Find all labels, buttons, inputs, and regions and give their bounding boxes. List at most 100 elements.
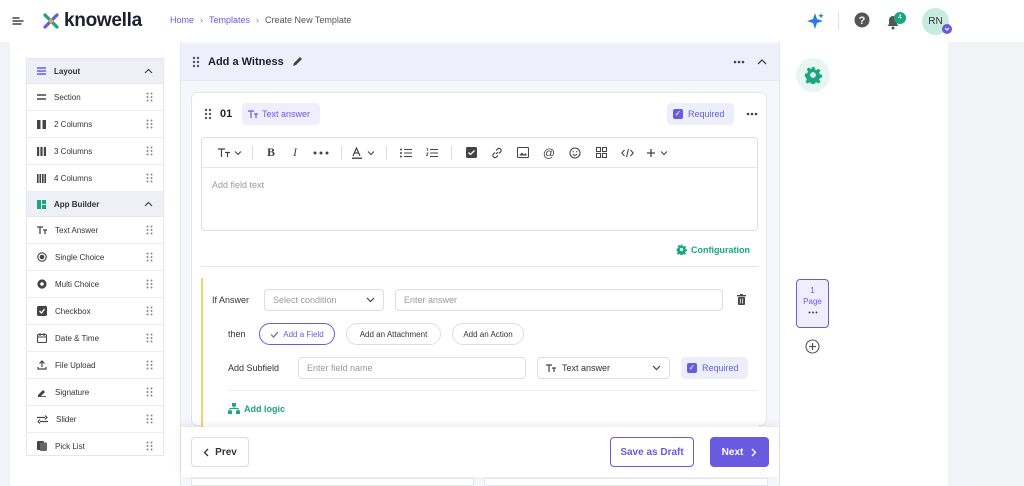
- sidebar-item-multi-choice[interactable]: Multi Choice: [27, 271, 163, 298]
- save-draft-button[interactable]: Save as Draft: [610, 437, 694, 467]
- more-horizontal-icon[interactable]: [808, 311, 818, 314]
- condition-select[interactable]: Select condition: [264, 289, 384, 311]
- link-icon[interactable]: [484, 138, 510, 168]
- sparkle-icon[interactable]: [805, 11, 825, 31]
- more-horizontal-icon[interactable]: [733, 60, 745, 64]
- next-button[interactable]: Next: [710, 437, 769, 467]
- upload-icon: [37, 360, 47, 370]
- drag-handle-icon[interactable]: [146, 173, 153, 183]
- drag-handle-icon[interactable]: [146, 279, 153, 289]
- breadcrumb-current: Create New Template: [265, 15, 352, 25]
- chevron-up-icon[interactable]: [144, 201, 153, 207]
- condition-placeholder: Select condition: [273, 295, 337, 305]
- divider: [341, 145, 342, 160]
- drag-handle-icon[interactable]: [146, 119, 153, 129]
- sidebar-item-pick-list[interactable]: Pick List: [27, 433, 163, 455]
- subfield-required-toggle[interactable]: ✓ Required: [681, 357, 748, 379]
- four-columns-icon: [37, 173, 46, 183]
- checkbox-icon[interactable]: [458, 138, 484, 168]
- help-icon[interactable]: ?: [853, 11, 873, 31]
- italic-icon[interactable]: I: [283, 138, 307, 168]
- checkbox-checked-icon: ✓: [673, 109, 683, 119]
- more-horizontal-icon[interactable]: [746, 112, 758, 116]
- chevron-up-icon[interactable]: [757, 58, 767, 65]
- section-title: Layout: [54, 66, 81, 76]
- numbered-list-icon[interactable]: [419, 138, 445, 168]
- drag-handle-icon[interactable]: [146, 441, 153, 451]
- sidebar-item-section[interactable]: Section: [27, 84, 163, 111]
- required-label: Required: [702, 363, 739, 373]
- breadcrumb: Home › Templates › Create New Template: [170, 15, 351, 25]
- sidebar-item-4-columns[interactable]: 4 Columns: [27, 165, 163, 192]
- subfield-name-input[interactable]: Enter field name: [298, 357, 526, 379]
- answer-input[interactable]: Enter answer: [395, 289, 723, 311]
- logo[interactable]: knowella: [42, 10, 142, 32]
- font-color-icon[interactable]: [348, 138, 380, 168]
- trash-icon[interactable]: [737, 294, 746, 305]
- item-label: 3 Columns: [54, 146, 93, 156]
- configuration-link[interactable]: Configuration: [676, 244, 750, 255]
- item-label: Pick List: [55, 441, 85, 451]
- prev-button[interactable]: Prev: [191, 437, 249, 467]
- field-number: 01: [220, 108, 233, 120]
- pencil-icon[interactable]: [292, 56, 303, 67]
- drag-handle-icon[interactable]: [146, 146, 153, 156]
- drag-handle-icon[interactable]: [204, 108, 212, 120]
- sidebar-item-date-time[interactable]: Date & Time: [27, 325, 163, 352]
- add-action-pill[interactable]: Add an Action: [452, 323, 524, 345]
- sidebar-item-2-columns[interactable]: 2 Columns: [27, 111, 163, 138]
- breadcrumb-home[interactable]: Home: [170, 15, 194, 25]
- chevron-down-icon[interactable]: [942, 24, 952, 34]
- chevron-up-icon[interactable]: [144, 68, 153, 74]
- drag-handle-icon[interactable]: [146, 225, 153, 235]
- divider: [838, 12, 839, 30]
- add-logic-button[interactable]: Add logic: [228, 403, 285, 414]
- add-page-plus-icon[interactable]: [805, 339, 820, 354]
- drag-handle-icon[interactable]: [146, 387, 153, 397]
- drag-handle-icon[interactable]: [146, 360, 153, 370]
- more-formatting-icon[interactable]: [307, 138, 335, 168]
- radio-icon: [37, 252, 47, 262]
- subfield-type-select[interactable]: Text answer: [537, 357, 670, 379]
- image-icon[interactable]: [510, 138, 536, 168]
- drag-handle-icon[interactable]: [146, 306, 153, 316]
- add-attachment-pill[interactable]: Add an Attachment: [346, 323, 441, 345]
- add-logic-label: Add logic: [244, 403, 285, 414]
- configuration-label: Configuration: [691, 244, 750, 255]
- settings-button[interactable]: [796, 58, 830, 92]
- logic-tree-icon: [228, 403, 240, 414]
- sidebar-item-file-upload[interactable]: File Upload: [27, 352, 163, 379]
- sidebar-item-3-columns[interactable]: 3 Columns: [27, 138, 163, 165]
- divider: [386, 145, 387, 160]
- drag-handle-icon[interactable]: [146, 333, 153, 343]
- right-panel: [780, 42, 948, 486]
- sidebar-item-signature[interactable]: Signature: [27, 379, 163, 406]
- bold-icon[interactable]: B: [259, 138, 283, 168]
- section-header-app-builder[interactable]: App Builder: [27, 192, 163, 217]
- table-icon[interactable]: [588, 138, 614, 168]
- sidebar-item-checkbox[interactable]: Checkbox: [27, 298, 163, 325]
- field-type-chip[interactable]: Text answer: [242, 103, 320, 125]
- emoji-icon[interactable]: [562, 138, 588, 168]
- drag-handle-icon[interactable]: [146, 414, 153, 424]
- menu-collapse-icon[interactable]: [12, 16, 24, 26]
- mention-icon[interactable]: @: [536, 138, 562, 168]
- breadcrumb-templates[interactable]: Templates: [209, 15, 250, 25]
- code-icon[interactable]: [614, 138, 640, 168]
- section-title: App Builder: [54, 199, 100, 209]
- drag-handle-icon[interactable]: [146, 92, 153, 102]
- required-toggle[interactable]: ✓ Required: [667, 103, 734, 125]
- drag-handle-icon[interactable]: [192, 56, 200, 68]
- sidebar-item-text-answer[interactable]: Text Answer: [27, 217, 163, 244]
- text-style-icon[interactable]: [214, 138, 246, 168]
- sidebar-item-single-choice[interactable]: Single Choice: [27, 244, 163, 271]
- gear-icon: [804, 66, 822, 84]
- add-field-pill[interactable]: Add a Field: [259, 323, 335, 345]
- bullet-list-icon[interactable]: [393, 138, 419, 168]
- then-label: then: [228, 329, 246, 339]
- sidebar-item-slider[interactable]: Slider: [27, 406, 163, 433]
- insert-plus-icon[interactable]: [640, 138, 674, 168]
- drag-handle-icon[interactable]: [146, 252, 153, 262]
- page-thumbnail[interactable]: 1 Page: [796, 279, 829, 328]
- section-header-layout[interactable]: Layout: [27, 59, 163, 84]
